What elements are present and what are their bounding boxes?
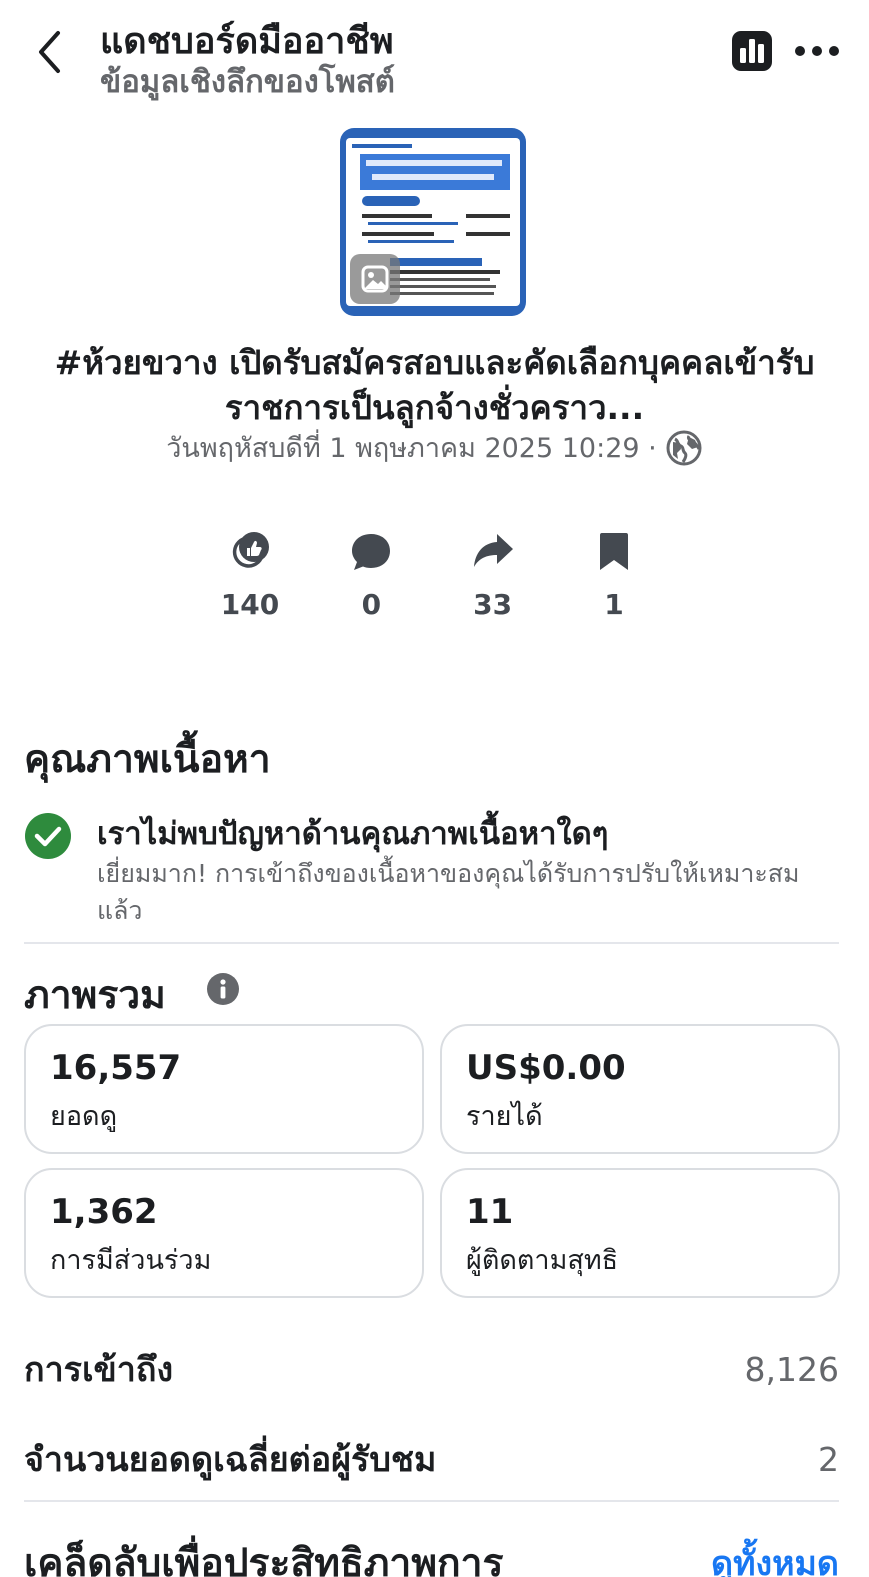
- shares-stat[interactable]: 33: [433, 528, 553, 621]
- engagement-label: การมีส่วนร่วม: [50, 1245, 212, 1276]
- post-date: วันพฤหัสบดีที่ 1 พฤษภาคม 2025 10:29 ·: [166, 433, 657, 464]
- earnings-label: รายได้: [466, 1101, 543, 1132]
- check-circle-icon: [25, 813, 71, 859]
- comment-icon: [352, 534, 391, 570]
- post-title: #ห้วยขวาง เปิดรับสมัครสอบและคัดเลือกบุคค…: [54, 343, 815, 427]
- reach-label: การเข้าถึง: [24, 1350, 174, 1390]
- divider: [24, 1500, 839, 1502]
- back-button[interactable]: [30, 28, 70, 76]
- reach-row: การเข้าถึง 8,126: [24, 1342, 839, 1396]
- views-label: ยอดดู: [50, 1101, 118, 1132]
- saves-count: 1: [604, 588, 624, 621]
- quality-heading: คุณภาพเนื้อหา: [24, 737, 271, 782]
- tips-heading: เคล็ดลับเพื่อประสิทธิภาพการ: [24, 1541, 504, 1577]
- engagement-stats: 140 0 33 1: [190, 528, 674, 621]
- earnings-value: US$0.00: [466, 1048, 626, 1088]
- share-icon: [473, 534, 513, 567]
- reach-value: 8,126: [744, 1349, 839, 1389]
- more-horizontal-icon[interactable]: [794, 38, 840, 64]
- comments-count: 0: [361, 588, 382, 621]
- engagement-card[interactable]: 1,362 การมีส่วนร่วม: [24, 1168, 424, 1298]
- bookmark-icon: [599, 533, 628, 570]
- net-followers-value: 11: [466, 1192, 514, 1232]
- overview-heading: ภาพรวม: [24, 973, 166, 1018]
- divider: [24, 942, 839, 944]
- photo-media-icon: [350, 254, 400, 304]
- net-followers-card[interactable]: 11 ผู้ติดตามสุทธิ: [440, 1168, 840, 1298]
- avg-views-label: จำนวนยอดดูเฉลี่ยต่อผู้รับชม: [24, 1440, 437, 1480]
- engagement-value: 1,362: [50, 1192, 158, 1232]
- quality-status-title: เราไม่พบปัญหาด้านคุณภาพเนื้อหาใดๆ: [97, 816, 609, 852]
- earnings-card[interactable]: US$0.00 รายได้: [440, 1024, 840, 1154]
- net-followers-label: ผู้ติดตามสุทธิ: [466, 1245, 619, 1276]
- quality-status-desc: เยี่ยมมาก! การเข้าถึงของเนื้อหาของคุณได้…: [97, 859, 800, 925]
- shares-count: 33: [473, 588, 513, 621]
- globe-icon: [666, 430, 702, 465]
- bar-chart-icon[interactable]: [732, 31, 772, 71]
- saves-stat[interactable]: 1: [554, 528, 674, 621]
- reactions-count: 140: [220, 588, 280, 621]
- see-all-link[interactable]: ดูทั้งหมด: [711, 1536, 839, 1577]
- reactions-icon: [232, 532, 269, 568]
- views-value: 16,557: [50, 1048, 182, 1088]
- comments-stat[interactable]: 0: [311, 528, 431, 621]
- avg-views-row: จำนวนยอดดูเฉลี่ยต่อผู้รับชม 2: [24, 1432, 839, 1486]
- chevron-left-icon: [39, 31, 60, 73]
- avg-views-value: 2: [818, 1439, 839, 1479]
- views-card[interactable]: 16,557 ยอดดู: [24, 1024, 424, 1154]
- post-meta: วันพฤหัสบดีที่ 1 พฤษภาคม 2025 10:29 ·: [0, 426, 869, 469]
- reactions-stat[interactable]: 140: [190, 528, 310, 621]
- top-bar: แดชบอร์ดมืออาชีพ ข้อมูลเชิงลึกของโพสต์: [0, 0, 869, 110]
- page-subtitle: ข้อมูลเชิงลึกของโพสต์: [100, 64, 395, 100]
- info-icon[interactable]: [206, 972, 240, 1006]
